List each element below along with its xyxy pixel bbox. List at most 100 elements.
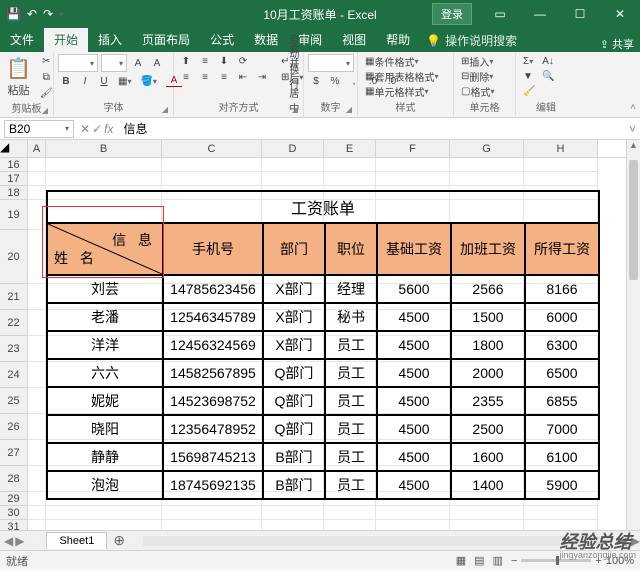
cell-phone[interactable]: 14523698752 — [163, 387, 263, 415]
vertical-scrollbar[interactable]: ▲ ▼ — [626, 140, 640, 550]
col-header[interactable]: C — [162, 140, 262, 157]
orientation-icon[interactable]: ⟳ — [235, 54, 251, 68]
view-break-icon[interactable]: ▥ — [493, 554, 503, 567]
cell-base[interactable]: 4500 — [377, 387, 451, 415]
cell-ot[interactable]: 2566 — [451, 275, 525, 303]
cell-base[interactable]: 4500 — [377, 415, 451, 443]
dialog-launcher-icon[interactable]: ◢ — [42, 106, 48, 115]
row-header[interactable]: 23 — [0, 336, 28, 362]
delete-cells-button[interactable]: ⊟ 删除 ▾ — [458, 69, 496, 83]
cell-role[interactable]: 员工 — [325, 443, 377, 471]
cell-base[interactable]: 5600 — [377, 275, 451, 303]
cell-dept[interactable]: X部门 — [263, 331, 325, 359]
row-header[interactable]: 25 — [0, 388, 28, 414]
scroll-up-icon[interactable]: ▲ — [627, 140, 640, 154]
cell-role[interactable]: 员工 — [325, 387, 377, 415]
cell-role[interactable]: 秘书 — [325, 303, 377, 331]
dialog-launcher-icon[interactable]: ◢ — [346, 105, 352, 114]
number-format-select[interactable]: ▾ — [308, 54, 354, 72]
align-center-icon[interactable]: ≡ — [197, 70, 213, 84]
align-right-icon[interactable]: ≡ — [216, 70, 232, 84]
col-header[interactable]: H — [524, 140, 598, 157]
sort-filter-icon[interactable]: A↓ — [539, 54, 557, 68]
cell-phone[interactable]: 18745692135 — [163, 471, 263, 499]
view-normal-icon[interactable]: ▦ — [456, 554, 466, 567]
dialog-launcher-icon[interactable]: ◢ — [292, 105, 298, 114]
zoom-out-icon[interactable]: − — [511, 555, 517, 567]
cell-base[interactable]: 4500 — [377, 471, 451, 499]
worksheet-grid[interactable]: ◢ A B C D E F G H 1617181920212223242526… — [0, 140, 640, 550]
cell-ot[interactable]: 1600 — [451, 443, 525, 471]
cell-base[interactable]: 4500 — [377, 331, 451, 359]
tab-data[interactable]: 数据 — [244, 27, 288, 52]
row-header[interactable]: 26 — [0, 414, 28, 440]
cell-total[interactable]: 8166 — [525, 275, 599, 303]
paste-button[interactable]: 📋粘贴 — [4, 54, 33, 100]
cell-ot[interactable]: 2355 — [451, 387, 525, 415]
cell-name[interactable]: 老潘 — [47, 303, 163, 331]
redo-icon[interactable]: ↷ — [43, 7, 53, 21]
formula-input[interactable] — [119, 120, 629, 138]
name-box[interactable]: B20▾ — [4, 120, 74, 138]
cancel-entry-icon[interactable]: ✕ — [80, 122, 90, 136]
cell-total[interactable]: 6500 — [525, 359, 599, 387]
zoom-level[interactable]: 100% — [606, 555, 634, 567]
qat-dropdown-icon[interactable]: ▾ — [59, 10, 63, 19]
cell-total[interactable]: 6100 — [525, 443, 599, 471]
cell-total[interactable]: 6000 — [525, 303, 599, 331]
fill-icon[interactable]: ▼ — [520, 69, 536, 83]
align-left-icon[interactable]: ≡ — [178, 70, 194, 84]
border-icon[interactable]: ▦▾ — [115, 74, 134, 88]
zoom-slider[interactable] — [521, 559, 591, 562]
font-size-select[interactable]: ▾ — [101, 54, 127, 72]
cell-total[interactable]: 5900 — [525, 471, 599, 499]
cell-total[interactable]: 6300 — [525, 331, 599, 359]
format-painter-icon[interactable]: 🖌 — [37, 86, 56, 100]
cell-phone[interactable]: 12456324569 — [163, 331, 263, 359]
cell-name[interactable]: 晓阳 — [47, 415, 163, 443]
cell-name[interactable]: 静静 — [47, 443, 163, 471]
cell-base[interactable]: 4500 — [377, 303, 451, 331]
cell-dept[interactable]: Q部门 — [263, 359, 325, 387]
shrink-font-icon[interactable]: A — [149, 56, 165, 70]
maximize-icon[interactable]: ☐ — [560, 0, 600, 28]
percent-icon[interactable]: % — [327, 74, 343, 88]
bold-icon[interactable]: B — [58, 74, 74, 88]
scroll-thumb[interactable] — [629, 160, 638, 280]
col-header[interactable]: E — [324, 140, 376, 157]
cell-total[interactable]: 7000 — [525, 415, 599, 443]
col-header[interactable]: G — [450, 140, 524, 157]
cut-icon[interactable]: ✂ — [37, 54, 56, 68]
cell-ot[interactable]: 1400 — [451, 471, 525, 499]
row-header[interactable]: 19 — [0, 200, 28, 230]
cell-phone[interactable]: 14582567895 — [163, 359, 263, 387]
indent-inc-icon[interactable]: ⇥ — [254, 70, 270, 84]
fx-icon[interactable]: fx — [104, 122, 113, 136]
merge-button[interactable]: ⊞ 合并后居中▾ — [278, 70, 306, 84]
italic-icon[interactable]: I — [77, 74, 93, 88]
cell-name[interactable]: 洋洋 — [47, 331, 163, 359]
cell-dept[interactable]: B部门 — [263, 471, 325, 499]
zoom-in-icon[interactable]: + — [595, 555, 601, 567]
confirm-entry-icon[interactable]: ✓ — [92, 122, 102, 136]
close-icon[interactable]: ✕ — [600, 0, 640, 28]
currency-icon[interactable]: $ — [308, 74, 324, 88]
row-header[interactable]: 20 — [0, 230, 28, 284]
cell-name[interactable]: 六六 — [47, 359, 163, 387]
autosum-icon[interactable]: Σ▾ — [520, 54, 536, 68]
cell-ot[interactable]: 1500 — [451, 303, 525, 331]
align-middle-icon[interactable]: ≡ — [197, 54, 213, 68]
clear-icon[interactable]: 🧹 — [520, 84, 538, 98]
align-bottom-icon[interactable]: ⬇ — [216, 54, 232, 68]
row-header[interactable]: 29 — [0, 492, 28, 506]
indent-dec-icon[interactable]: ⇤ — [235, 70, 251, 84]
view-layout-icon[interactable]: ▤ — [474, 554, 484, 567]
align-top-icon[interactable]: ⬆ — [178, 54, 194, 68]
cell-dept[interactable]: X部门 — [263, 275, 325, 303]
cell-phone[interactable]: 15698745213 — [163, 443, 263, 471]
sheet-tab[interactable]: Sheet1 — [46, 532, 107, 549]
col-header[interactable]: F — [376, 140, 450, 157]
tab-file[interactable]: 文件 — [0, 27, 44, 52]
cell-ot[interactable]: 2500 — [451, 415, 525, 443]
cell-phone[interactable]: 12546345789 — [163, 303, 263, 331]
